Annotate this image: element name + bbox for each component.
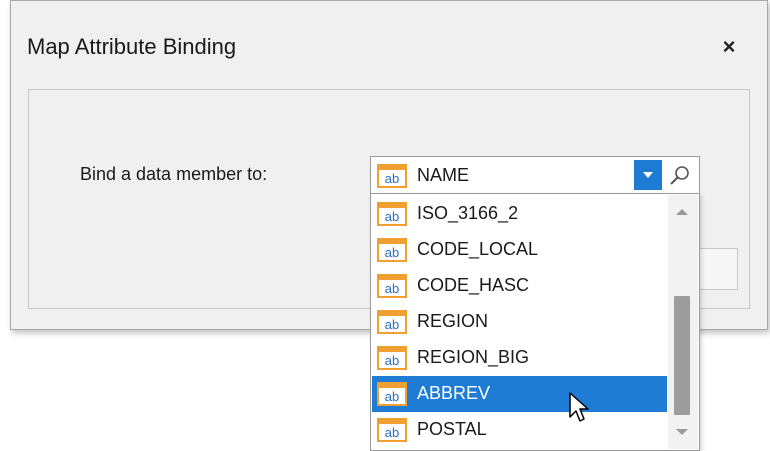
list-item-label: POSTAL (417, 419, 487, 439)
list-item-label: ISO_3166_2 (417, 203, 519, 223)
ab-field-icon: ab (377, 202, 407, 231)
ab-field-icon: ab (377, 238, 407, 267)
dialog-title: Map Attribute Binding (27, 34, 237, 59)
list-item[interactable]: ab POSTAL (372, 412, 667, 448)
list-item[interactable]: ab ABBREV (372, 376, 667, 412)
list-item-label: CODE_HASC (417, 275, 530, 295)
ab-field-icon: ab (377, 310, 407, 339)
ab-field-icon: ab (377, 164, 407, 193)
list-item-label: REGION_BIG (417, 347, 530, 367)
combo-selected-value: NAME (417, 165, 470, 185)
ab-icon-text: ab (385, 425, 399, 440)
scroll-thumb[interactable] (674, 296, 690, 415)
ab-icon-text: ab (385, 171, 399, 186)
ab-icon-text: ab (385, 317, 399, 332)
ab-field-icon: ab (377, 418, 407, 447)
close-button[interactable]: × (717, 35, 741, 59)
dropdown-arrow-button[interactable] (634, 160, 662, 190)
list-item[interactable]: ab REGION (372, 304, 667, 340)
ab-icon-text: ab (385, 353, 399, 368)
search-icon[interactable] (666, 162, 694, 190)
list-item-label: REGION (417, 311, 489, 331)
ab-icon-text: ab (385, 281, 399, 296)
list-item[interactable]: ab CODE_LOCAL (372, 232, 667, 268)
list-item[interactable]: ab REGION_BIG (372, 340, 667, 376)
scroll-up-arrow-icon[interactable] (676, 209, 688, 215)
list-item-label: CODE_LOCAL (417, 239, 539, 259)
data-member-combobox[interactable]: ab NAME (370, 156, 700, 194)
ab-field-icon: ab (377, 274, 407, 303)
list-item[interactable]: ab CODE_HASC (372, 268, 667, 304)
bind-data-member-label: Bind a data member to: (80, 164, 268, 184)
list-item-label: ABBREV (417, 383, 491, 403)
ab-field-icon: ab (377, 346, 407, 375)
scrollbar[interactable] (668, 195, 698, 449)
list-item[interactable]: ab ISO_3166_2 (372, 196, 667, 232)
scroll-down-arrow-icon[interactable] (676, 429, 688, 435)
ab-icon-text: ab (385, 209, 399, 224)
dropdown-list-popup: ab ISO_3166_2 ab CODE_LOCAL ab CODE_HASC ab REG… (370, 193, 700, 451)
ab-icon-text: ab (385, 245, 399, 260)
hidden-field-edge (700, 248, 738, 290)
ab-icon-text: ab (385, 389, 399, 404)
ab-field-icon: ab (377, 382, 407, 411)
dialog-title-bar: Map Attribute Binding × (11, 1, 767, 89)
